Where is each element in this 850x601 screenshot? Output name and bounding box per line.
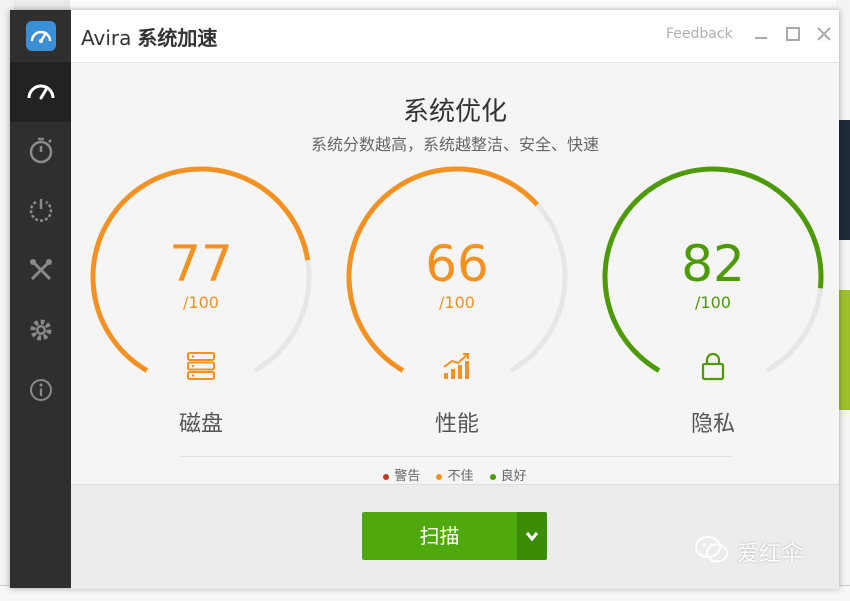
privacy-gauge[interactable]: 82 /100 (599, 163, 827, 391)
chevron-down-icon (525, 532, 539, 542)
page-subtitle: 系统分数越高，系统越整洁、安全、快速 (310, 135, 599, 154)
sidebar-item-power[interactable] (10, 182, 71, 242)
app-brand: Avira (81, 26, 132, 50)
close-icon (817, 27, 831, 41)
gauge-icon (26, 78, 56, 106)
app-feature-title: 系统加速 (137, 26, 218, 50)
sidebar-item-settings[interactable] (10, 302, 71, 362)
watermark-text: 爱红伞 (737, 542, 804, 567)
legend-fair: 不佳 (436, 469, 474, 484)
legend-good-dot (489, 473, 496, 480)
main-content: 系统优化 系统分数越高，系统越整洁、安全、快速 77 /100 磁盘 66 /1… (71, 63, 839, 484)
maximize-button[interactable] (783, 24, 803, 44)
tools-icon (28, 257, 54, 287)
speedometer-app-icon (10, 10, 71, 62)
disk-score: 77 (169, 235, 233, 293)
lock-icon (698, 351, 728, 381)
app-window: Avira 系统加速 Feedback 系统优化 系统分数越高，系统越整洁、安全、… (10, 10, 839, 589)
legend-fair-dot (436, 473, 443, 480)
sidebar (10, 10, 71, 588)
performance-label: 性能 (434, 412, 479, 437)
sidebar-item-tools[interactable] (10, 242, 71, 302)
status-legend: 警告 不佳 良好 (71, 465, 839, 484)
legend-warning-dot (383, 473, 390, 480)
power-icon (28, 197, 54, 227)
sidebar-item-info[interactable] (10, 362, 71, 422)
app-title: Avira 系统加速 (81, 22, 217, 51)
legend-warning-label: 警告 (394, 469, 421, 484)
legend-good-label: 良好 (500, 469, 527, 484)
divider (179, 456, 732, 457)
legend-good: 良好 (489, 469, 527, 484)
title-bar: Avira 系统加速 Feedback (71, 10, 839, 63)
disk-label: 磁盘 (178, 412, 223, 437)
legend-fair-label: 不佳 (447, 469, 474, 484)
timer-icon (28, 136, 54, 168)
privacy-score: 82 (681, 235, 745, 293)
wechat-icon (695, 535, 729, 569)
background-window-top (70, 0, 840, 10)
performance-score-max: /100 (439, 293, 475, 312)
sidebar-item-timer[interactable] (10, 122, 71, 182)
page-title: 系统优化 (402, 97, 507, 127)
disk-score-max: /100 (183, 293, 219, 312)
legend-warning: 警告 (383, 469, 420, 484)
performance-chart-icon (442, 351, 472, 381)
close-button[interactable] (814, 24, 834, 44)
disk-gauge[interactable]: 77 /100 (87, 163, 315, 391)
feedback-link[interactable]: Feedback (666, 26, 733, 42)
performance-score: 66 (425, 235, 489, 293)
watermark: 爱红伞 (695, 532, 830, 572)
privacy-score-max: /100 (695, 293, 731, 312)
storage-icon (186, 351, 216, 381)
privacy-label: 隐私 (690, 412, 735, 437)
scan-options-dropdown[interactable] (517, 512, 547, 560)
sidebar-item-optimizer[interactable] (10, 62, 71, 122)
performance-gauge[interactable]: 66 /100 (343, 163, 571, 391)
scan-button[interactable]: 扫描 (362, 512, 517, 560)
info-icon (29, 378, 53, 406)
gear-icon (29, 318, 53, 346)
minimize-button[interactable] (751, 24, 771, 44)
